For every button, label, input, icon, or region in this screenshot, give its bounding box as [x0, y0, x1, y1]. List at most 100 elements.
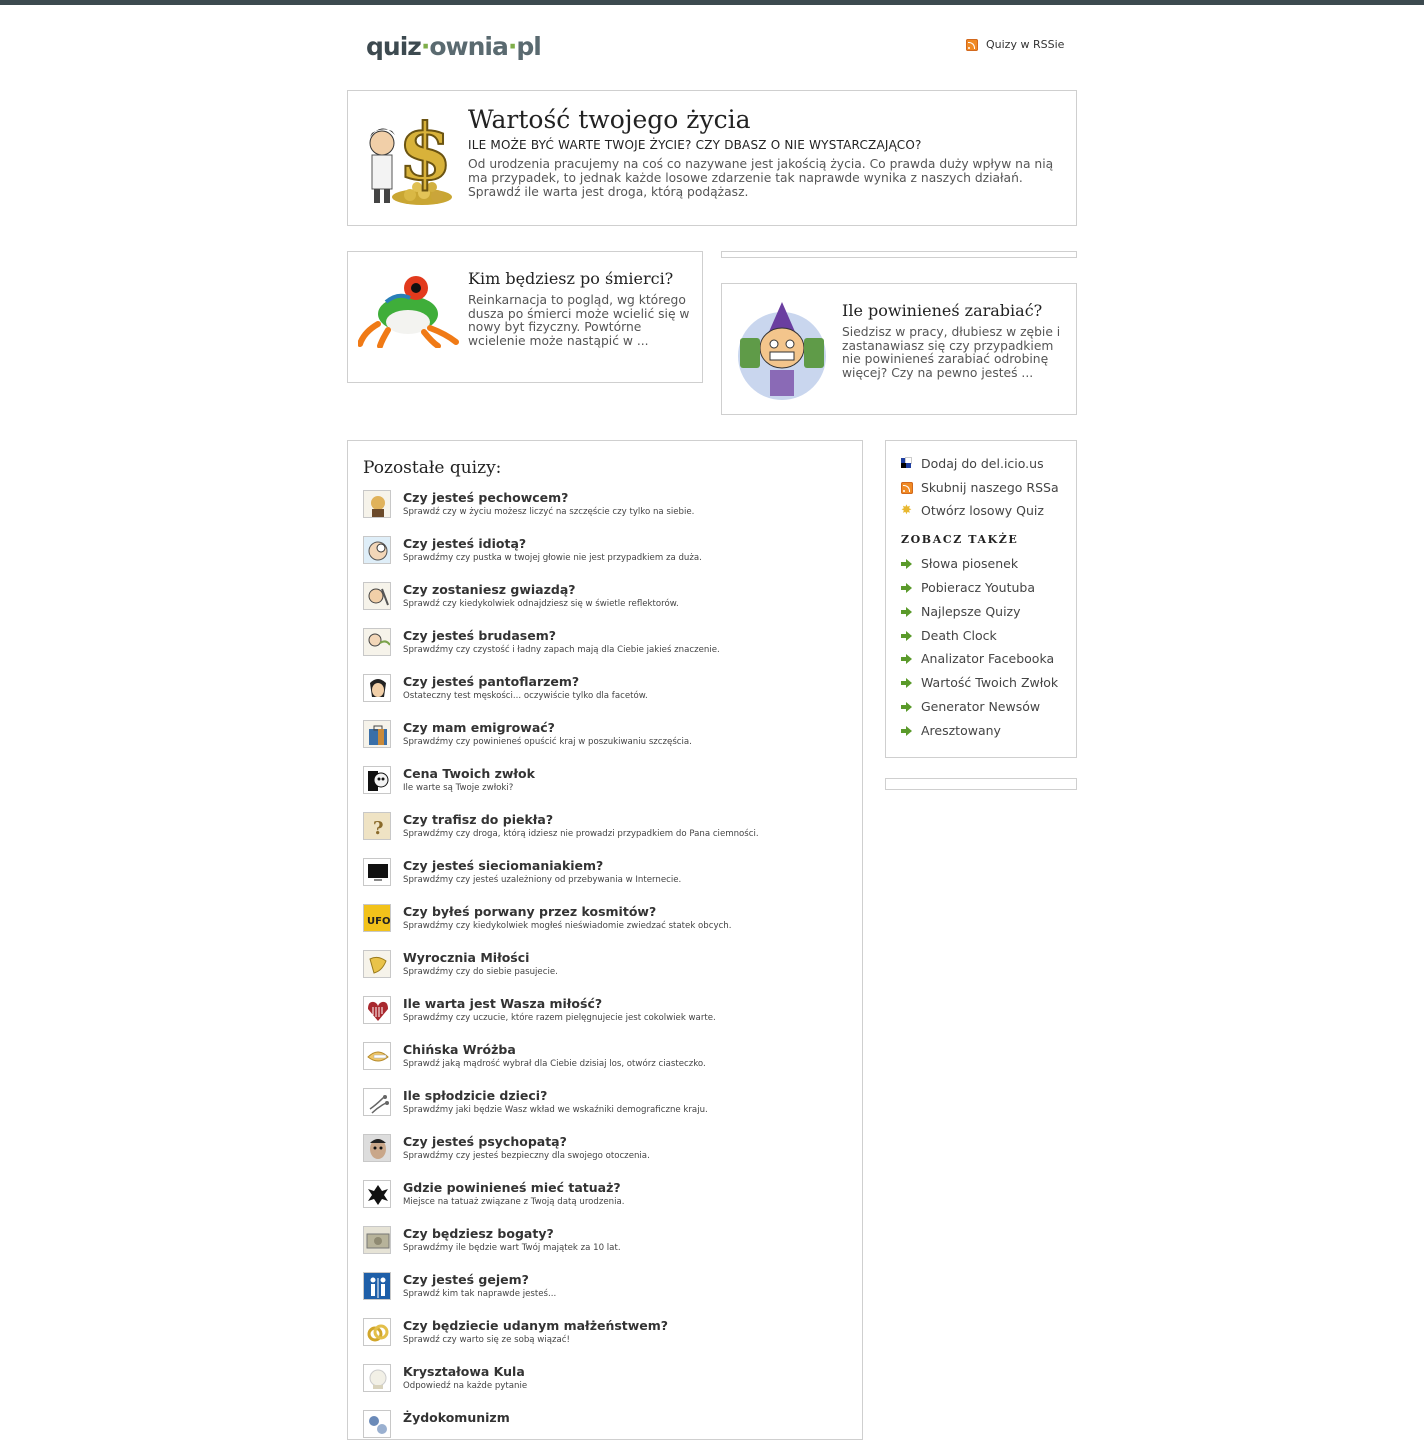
sidebar-link-label: Skubnij naszego RSSa	[921, 480, 1059, 495]
list-item[interactable]: Czy będziesz bogaty? Sprawdźmy ile będzi…	[363, 1226, 853, 1266]
list-item[interactable]: Żydokomunizm	[363, 1410, 853, 1450]
sidebar-item-facebook-analyzer[interactable]: Analizator Facebooka	[901, 651, 1054, 666]
love-oracle-icon	[363, 950, 391, 978]
quiz-title[interactable]: Chińska Wróżba	[403, 1042, 516, 1057]
quiz-title[interactable]: Czy będziecie udanym małżeństwem?	[403, 1318, 668, 1333]
rss-icon	[966, 38, 978, 51]
sidebar-link-label: Aresztowany	[921, 723, 1001, 738]
featured-title[interactable]: Wartość twojego życia	[468, 105, 751, 134]
list-item[interactable]: Ile warta jest Wasza miłość? Sprawdźmy c…	[363, 996, 853, 1036]
rss-quizzes-link[interactable]: Quizy w RSSie	[966, 38, 1064, 51]
card-description: Siedzisz w pracy, dłubiesz w zębie i zas…	[842, 325, 1061, 381]
empty-sidebar-panel	[885, 778, 1077, 790]
quiz-description: Sprawdź czy warto się ze sobą wiązać!	[403, 1335, 570, 1345]
sidebar-link-label: Generator Newsów	[921, 699, 1041, 714]
list-item[interactable]: Czy jesteś sieciomaniakiem? Sprawdźmy cz…	[363, 858, 853, 898]
gears-icon	[363, 1410, 391, 1438]
quiz-title[interactable]: Cena Twoich zwłok	[403, 766, 535, 781]
list-item[interactable]: Czy zostaniesz gwiazdą? Sprawdź czy kied…	[363, 582, 853, 622]
quiz-title[interactable]: Czy mam emigrować?	[403, 720, 555, 735]
list-item[interactable]: Czy jesteś psychopatą? Sprawdźmy czy jes…	[363, 1134, 853, 1174]
list-item[interactable]: Wyrocznia Miłości Sprawdźmy czy do siebi…	[363, 950, 853, 990]
quiz-title[interactable]: Czy zostaniesz gwiazdą?	[403, 582, 576, 597]
sidebar-item-corpse-value[interactable]: Wartość Twoich Zwłok	[901, 675, 1058, 690]
arrow-right-icon	[901, 630, 913, 642]
list-item[interactable]: Czy jesteś gejem? Sprawdź kim tak napraw…	[363, 1272, 853, 1312]
quiz-title[interactable]: Czy trafisz do piekła?	[403, 812, 553, 827]
list-item[interactable]: Czy jesteś brudasem? Sprawdźmy czy czyst…	[363, 628, 853, 668]
list-item[interactable]: Kryształowa Kula Odpowiedź na każde pyta…	[363, 1364, 853, 1404]
money-man-illustration	[738, 302, 826, 400]
sidebar-item-best-quizzes[interactable]: Najlepsze Quizy	[901, 604, 1021, 619]
random-quiz-link[interactable]: ✸ Otwórz losowy Quiz	[901, 503, 1044, 518]
dollar-man-illustration: $	[369, 107, 453, 205]
suitcase-icon	[363, 720, 391, 748]
quiz-title[interactable]: Czy jesteś pechowcem?	[403, 490, 568, 505]
quiz-title[interactable]: Żydokomunizm	[403, 1410, 510, 1425]
quiz-title[interactable]: Kryształowa Kula	[403, 1364, 525, 1379]
see-also-heading: ZOBACZ TAKŻE	[901, 533, 1019, 546]
star-performer-icon	[363, 582, 391, 610]
quiz-description: Sprawdź jaką mądrość wybrał dla Ciebie d…	[403, 1059, 706, 1069]
henpecked-icon	[363, 674, 391, 702]
list-item[interactable]: Ile spłodzicie dzieci? Sprawdźmy jaki bę…	[363, 1088, 853, 1128]
list-item[interactable]: Czy jesteś pechowcem? Sprawdź czy w życi…	[363, 490, 853, 530]
featured-quiz[interactable]: $ Wartość twojego życia ILE MOŻE BYĆ WAR…	[347, 90, 1077, 226]
quiz-title[interactable]: Gdzie powinieneś mieć tatuaż?	[403, 1180, 621, 1195]
quiz-title[interactable]: Ile warta jest Wasza miłość?	[403, 996, 602, 1011]
frog-illustration	[358, 276, 459, 348]
sidebar-item-arrested[interactable]: Aresztowany	[901, 723, 1001, 738]
quiz-title[interactable]: Czy jesteś idiotą?	[403, 536, 526, 551]
sidebar-link-label: Pobieracz Youtuba	[921, 580, 1036, 595]
card-title[interactable]: Kim będziesz po śmierci?	[468, 269, 673, 288]
top-bar	[0, 0, 1424, 5]
quiz-title[interactable]: Czy jesteś sieciomaniakiem?	[403, 858, 603, 873]
svg-text:?: ?	[373, 818, 384, 839]
quiz-description: Miejsce na tatuaż związane z Twoją datą …	[403, 1197, 625, 1207]
card-description: Reinkarnacja to pogląd, wg którego dusza…	[468, 293, 690, 349]
sidebar-item-lyrics[interactable]: Słowa piosenek	[901, 556, 1018, 571]
crystal-ball-icon	[363, 1364, 391, 1392]
logo-part-pl: pl	[516, 32, 541, 61]
sidebar-item-youtube-downloader[interactable]: Pobieracz Youtuba	[901, 580, 1035, 595]
psychopath-icon	[363, 1134, 391, 1162]
star-icon: ✸	[901, 502, 912, 518]
sidebar-item-death-clock[interactable]: Death Clock	[901, 628, 997, 643]
quiz-description: Sprawdźmy jaki będzie Wasz wkład we wska…	[403, 1105, 708, 1115]
list-item[interactable]: Czy jesteś idiotą? Sprawdźmy czy pustka …	[363, 536, 853, 576]
quiz-title[interactable]: Wyrocznia Miłości	[403, 950, 529, 965]
quiz-title[interactable]: Ile spłodzicie dzieci?	[403, 1088, 547, 1103]
list-item[interactable]: Czy jesteś pantoflarzem? Ostateczny test…	[363, 674, 853, 714]
quiz-title[interactable]: Czy jesteś brudasem?	[403, 628, 556, 643]
list-item[interactable]: UFO Czy byłeś porwany przez kosmitów? Sp…	[363, 904, 853, 944]
quiz-title[interactable]: Czy jesteś gejem?	[403, 1272, 529, 1287]
list-item[interactable]: Czy będziecie udanym małżeństwem? Sprawd…	[363, 1318, 853, 1358]
quiz-title[interactable]: Czy będziesz bogaty?	[403, 1226, 554, 1241]
quiz-card-reincarnation[interactable]: Kim będziesz po śmierci? Reinkarnacja to…	[347, 251, 703, 383]
list-item[interactable]: ? Czy trafisz do piekła? Sprawdźmy czy d…	[363, 812, 853, 852]
quiz-title[interactable]: Czy byłeś porwany przez kosmitów?	[403, 904, 656, 919]
delicious-icon	[901, 456, 913, 470]
list-item[interactable]: Czy mam emigrować? Sprawdźmy czy powinie…	[363, 720, 853, 760]
add-to-delicious-link[interactable]: Dodaj do del.icio.us	[901, 456, 1044, 471]
site-logo[interactable]: quiz·ownia·pl	[366, 32, 542, 61]
list-item[interactable]: Gdzie powinieneś mieć tatuaż? Miejsce na…	[363, 1180, 853, 1220]
sidebar-item-news-generator[interactable]: Generator Newsów	[901, 699, 1040, 714]
quiz-card-salary[interactable]: Ile powinieneś zarabiać? Siedzisz w prac…	[721, 283, 1077, 415]
arrow-right-icon	[901, 677, 913, 689]
other-quizzes-list: Pozostałe quizy: Czy jesteś pechowcem? S…	[347, 440, 863, 1440]
list-item[interactable]: Cena Twoich zwłok Ile warte są Twoje zwł…	[363, 766, 853, 806]
arrow-right-icon	[901, 606, 913, 618]
empty-panel	[721, 251, 1077, 258]
question-mark-icon: ?	[363, 812, 391, 840]
list-item[interactable]: Chińska Wróżba Sprawdź jaką mądrość wybr…	[363, 1042, 853, 1082]
quiz-title[interactable]: Czy jesteś psychopatą?	[403, 1134, 567, 1149]
sidebar: Dodaj do del.icio.us Skubnij naszego RSS…	[885, 440, 1077, 758]
subscribe-rss-link[interactable]: Skubnij naszego RSSa	[901, 480, 1059, 495]
quiz-description: Sprawdźmy ile będzie wart Twój majątek z…	[403, 1243, 621, 1253]
dirty-icon	[363, 628, 391, 656]
quiz-description: Sprawdźmy czy jesteś bezpieczny dla swoj…	[403, 1151, 650, 1161]
quiz-description: Sprawdź czy kiedykolwiek odnajdziesz się…	[403, 599, 679, 609]
card-title[interactable]: Ile powinieneś zarabiać?	[842, 301, 1042, 320]
quiz-title[interactable]: Czy jesteś pantoflarzem?	[403, 674, 579, 689]
